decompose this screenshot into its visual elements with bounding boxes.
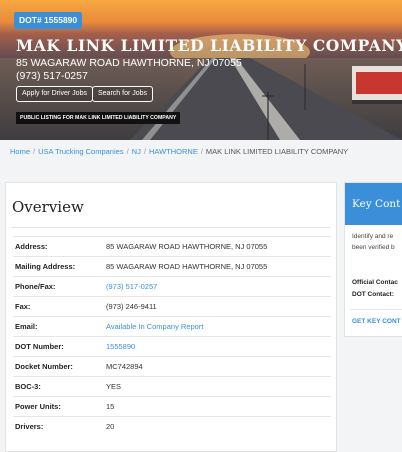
row-value: 20 — [106, 416, 331, 437]
row-value: 15 — [106, 396, 331, 417]
breadcrumb: Home / USA Trucking Companies / NJ / HAWTHORNE… — [10, 147, 349, 156]
company-address: 85 WAGARAW ROAD HAWTHORNE, NJ 07055 — [16, 57, 242, 69]
table-row: Docket Number: MC742894 — [13, 356, 331, 377]
dot-number-badge: DOT# 1555890 — [14, 12, 83, 29]
row-label: Drivers: — [13, 416, 106, 437]
table-row: BOC-3: YES — [13, 376, 331, 397]
company-phone: (973) 517-0257 — [16, 70, 88, 82]
table-row: Phone/Fax: (973) 517-0257 — [13, 276, 331, 297]
row-value: 85 WAGARAW ROAD HAWTHORNE, NJ 07055 — [106, 256, 331, 277]
breadcrumb-current: MAK LINK LIMITED LIABILITY COMPANY — [205, 147, 349, 156]
dot-contact-label: DOT Contact: — [352, 291, 394, 298]
search-jobs-button[interactable]: Search for Jobs — [92, 86, 154, 102]
hero-banner: DOT# 1555890 MAK LINK LIMITED LIABILITY … — [0, 0, 402, 140]
table-row: Address: 85 WAGARAW ROAD HAWTHORNE, NJ 0… — [13, 236, 331, 257]
key-contacts-description: Identify and re been verified b — [352, 231, 395, 253]
apply-driver-jobs-button[interactable]: Apply for Driver Jobs — [16, 86, 93, 102]
key-contacts-divider — [350, 309, 402, 310]
row-label: Fax: — [13, 296, 106, 317]
table-row: DOT Number: 1555890 — [13, 336, 331, 357]
key-contacts-title: Key Cont — [345, 183, 402, 225]
overview-title: Overview — [12, 198, 84, 216]
row-label: Phone/Fax: — [13, 276, 106, 297]
breadcrumb-home-link[interactable]: Home — [10, 147, 30, 156]
row-value: MC742894 — [106, 356, 331, 377]
email-report-link[interactable]: Available In Company Report — [106, 316, 331, 337]
dot-number-link[interactable]: 1555890 — [106, 336, 331, 357]
row-label: BOC-3: — [13, 376, 106, 397]
table-row: Fax: (973) 246-9411 — [13, 296, 331, 317]
company-name-heading: MAK LINK LIMITED LIABILITY COMPANY — [16, 36, 402, 55]
public-listing-label: PUBLIC LISTING FOR MAK LINK LIMITED LIAB… — [16, 112, 181, 124]
key-contacts-text-line: been verified b — [352, 244, 395, 251]
table-row: Power Units: 15 — [13, 396, 331, 417]
key-contacts-card: Key Cont Identify and re been verified b… — [344, 182, 402, 337]
overview-table: Address: 85 WAGARAW ROAD HAWTHORNE, NJ 0… — [13, 236, 331, 437]
row-label: DOT Number: — [13, 336, 106, 357]
row-label: Address: — [13, 236, 106, 257]
row-value: (973) 246-9411 — [106, 296, 331, 317]
row-label: Power Units: — [13, 396, 106, 417]
row-label: Email: — [13, 316, 106, 337]
row-value: YES — [106, 376, 331, 397]
row-label: Docket Number: — [13, 356, 106, 377]
phone-link[interactable]: (973) 517-0257 — [106, 276, 331, 297]
breadcrumb-companies-link[interactable]: USA Trucking Companies — [38, 147, 123, 156]
official-contact-label: Official Contac — [352, 279, 398, 286]
overview-divider — [12, 227, 330, 228]
row-label: Mailing Address: — [13, 256, 106, 277]
breadcrumb-state-link[interactable]: NJ — [132, 147, 141, 156]
row-value: 85 WAGARAW ROAD HAWTHORNE, NJ 07055 — [106, 236, 331, 257]
table-row: Email: Available In Company Report — [13, 316, 331, 337]
breadcrumb-city-link[interactable]: HAWTHORNE — [149, 147, 198, 156]
key-contacts-text-line: Identify and re — [352, 233, 394, 240]
overview-card: Overview Address: 85 WAGARAW ROAD HAWTHO… — [5, 182, 337, 452]
get-key-contacts-link[interactable]: GET KEY CONT — [352, 318, 401, 325]
key-contacts-list: Official Contac DOT Contact: — [352, 277, 398, 301]
table-row: Drivers: 20 — [13, 416, 331, 437]
table-row: Mailing Address: 85 WAGARAW ROAD HAWTHOR… — [13, 256, 331, 277]
